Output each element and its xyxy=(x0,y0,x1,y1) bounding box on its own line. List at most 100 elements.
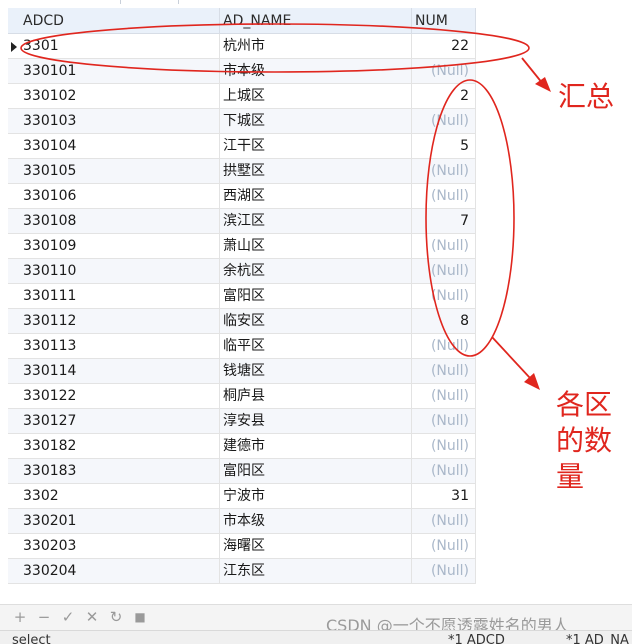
table-row[interactable]: 330201 市本级 (Null) xyxy=(8,509,476,534)
cell-ad-name[interactable]: 江东区 xyxy=(220,559,412,584)
cell-ad-name[interactable]: 临安区 xyxy=(220,309,412,334)
table-row[interactable]: 3302 宁波市 31 xyxy=(8,484,476,509)
cell-ad-name[interactable]: 拱墅区 xyxy=(220,159,412,184)
table-row[interactable]: 330111 富阳区 (Null) xyxy=(8,284,476,309)
cell-ad-name[interactable]: 建德市 xyxy=(220,434,412,459)
table-row[interactable]: 330113 临平区 (Null) xyxy=(8,334,476,359)
summary-arrow-head xyxy=(535,77,551,92)
cell-ad-name[interactable]: 海曙区 xyxy=(220,534,412,559)
summary-annotation: 汇总 xyxy=(558,80,615,113)
cell-num[interactable]: (Null) xyxy=(412,109,476,134)
cell-num[interactable]: (Null) xyxy=(412,409,476,434)
cell-adcd[interactable]: 330105 xyxy=(20,159,220,184)
discard-changes-icon[interactable]: ✕ xyxy=(84,609,100,625)
table-row[interactable]: 330182 建德市 (Null) xyxy=(8,434,476,459)
refresh-icon[interactable]: ↻ xyxy=(108,609,124,625)
apply-changes-icon[interactable]: ✓ xyxy=(60,609,76,625)
cell-ad-name[interactable]: 桐庐县 xyxy=(220,384,412,409)
cell-ad-name[interactable]: 富阳区 xyxy=(220,284,412,309)
cell-adcd[interactable]: 330106 xyxy=(20,184,220,209)
table-row[interactable]: 3301 杭州市 22 xyxy=(8,34,476,59)
cell-adcd[interactable]: 3302 xyxy=(20,484,220,509)
cell-adcd[interactable]: 330103 xyxy=(20,109,220,134)
cell-adcd[interactable]: 330183 xyxy=(20,459,220,484)
cell-adcd[interactable]: 330201 xyxy=(20,509,220,534)
cell-adcd[interactable]: 330122 xyxy=(20,384,220,409)
cell-adcd[interactable]: 3301 xyxy=(20,34,220,59)
cell-ad-name[interactable]: 萧山区 xyxy=(220,234,412,259)
cell-num[interactable]: (Null) xyxy=(412,559,476,584)
cell-num[interactable]: (Null) xyxy=(412,284,476,309)
summary-arrow-line xyxy=(521,57,544,85)
table-row[interactable]: 330105 拱墅区 (Null) xyxy=(8,159,476,184)
cell-num[interactable]: (Null) xyxy=(412,59,476,84)
cell-adcd[interactable]: 330104 xyxy=(20,134,220,159)
table-row[interactable]: 330104 江干区 5 xyxy=(8,134,476,159)
cell-ad-name[interactable]: 上城区 xyxy=(220,84,412,109)
table-row[interactable]: 330108 滨江区 7 xyxy=(8,209,476,234)
cell-adcd[interactable]: 330110 xyxy=(20,259,220,284)
cell-num[interactable]: (Null) xyxy=(412,184,476,209)
cell-ad-name[interactable]: 滨江区 xyxy=(220,209,412,234)
table-row[interactable]: 330102 上城区 2 xyxy=(8,84,476,109)
cell-num[interactable]: 7 xyxy=(412,209,476,234)
cell-adcd[interactable]: 330204 xyxy=(20,559,220,584)
cell-num[interactable]: (Null) xyxy=(412,459,476,484)
cell-num[interactable]: (Null) xyxy=(412,534,476,559)
table-row[interactable]: 330112 临安区 8 xyxy=(8,309,476,334)
delete-record-icon[interactable]: − xyxy=(36,609,52,625)
cell-adcd[interactable]: 330111 xyxy=(20,284,220,309)
table-row[interactable]: 330109 萧山区 (Null) xyxy=(8,234,476,259)
cell-adcd[interactable]: 330112 xyxy=(20,309,220,334)
cell-adcd[interactable]: 330108 xyxy=(20,209,220,234)
cell-ad-name[interactable]: 江干区 xyxy=(220,134,412,159)
cell-num[interactable]: (Null) xyxy=(412,359,476,384)
cell-num[interactable]: 22 xyxy=(412,34,476,59)
cell-num[interactable]: 5 xyxy=(412,134,476,159)
table-row[interactable]: 330183 富阳区 (Null) xyxy=(8,459,476,484)
table-row[interactable]: 330101 市本级 (Null) xyxy=(8,59,476,84)
cell-ad-name[interactable]: 市本级 xyxy=(220,59,412,84)
table-row[interactable]: 330114 钱塘区 (Null) xyxy=(8,359,476,384)
cell-adcd[interactable]: 330109 xyxy=(20,234,220,259)
cell-num[interactable]: (Null) xyxy=(412,434,476,459)
cell-adcd[interactable]: 330114 xyxy=(20,359,220,384)
table-row[interactable]: 330122 桐庐县 (Null) xyxy=(8,384,476,409)
cell-adcd[interactable]: 330203 xyxy=(20,534,220,559)
cell-num[interactable]: (Null) xyxy=(412,159,476,184)
cell-ad-name[interactable]: 下城区 xyxy=(220,109,412,134)
cell-ad-name[interactable]: 临平区 xyxy=(220,334,412,359)
add-record-icon[interactable]: + xyxy=(12,609,28,625)
cell-num[interactable]: (Null) xyxy=(412,259,476,284)
cell-num[interactable]: (Null) xyxy=(412,334,476,359)
cell-ad-name[interactable]: 市本级 xyxy=(220,509,412,534)
cell-adcd[interactable]: 330101 xyxy=(20,59,220,84)
column-header-num[interactable]: NUM xyxy=(412,8,476,34)
cell-ad-name[interactable]: 余杭区 xyxy=(220,259,412,284)
stop-icon[interactable]: ■ xyxy=(132,609,148,625)
table-row[interactable]: 330103 下城区 (Null) xyxy=(8,109,476,134)
table-row[interactable]: 330203 海曙区 (Null) xyxy=(8,534,476,559)
cell-adcd[interactable]: 330113 xyxy=(20,334,220,359)
column-header-ad-name[interactable]: AD_NAME xyxy=(220,8,412,34)
cell-num[interactable]: 8 xyxy=(412,309,476,334)
cell-num[interactable]: (Null) xyxy=(412,509,476,534)
table-row[interactable]: 330106 西湖区 (Null) xyxy=(8,184,476,209)
cell-ad-name[interactable]: 宁波市 xyxy=(220,484,412,509)
table-row[interactable]: 330110 余杭区 (Null) xyxy=(8,259,476,284)
table-row[interactable]: 330127 淳安县 (Null) xyxy=(8,409,476,434)
cell-ad-name[interactable]: 杭州市 xyxy=(220,34,412,59)
cell-num[interactable]: (Null) xyxy=(412,384,476,409)
cell-ad-name[interactable]: 西湖区 xyxy=(220,184,412,209)
cell-num[interactable]: 2 xyxy=(412,84,476,109)
cell-adcd[interactable]: 330102 xyxy=(20,84,220,109)
column-header-adcd[interactable]: ADCD xyxy=(20,8,220,34)
cell-num[interactable]: (Null) xyxy=(412,234,476,259)
table-row[interactable]: 330204 江东区 (Null) xyxy=(8,559,476,584)
cell-ad-name[interactable]: 钱塘区 xyxy=(220,359,412,384)
cell-ad-name[interactable]: 淳安县 xyxy=(220,409,412,434)
cell-adcd[interactable]: 330182 xyxy=(20,434,220,459)
cell-num[interactable]: 31 xyxy=(412,484,476,509)
cell-adcd[interactable]: 330127 xyxy=(20,409,220,434)
cell-ad-name[interactable]: 富阳区 xyxy=(220,459,412,484)
